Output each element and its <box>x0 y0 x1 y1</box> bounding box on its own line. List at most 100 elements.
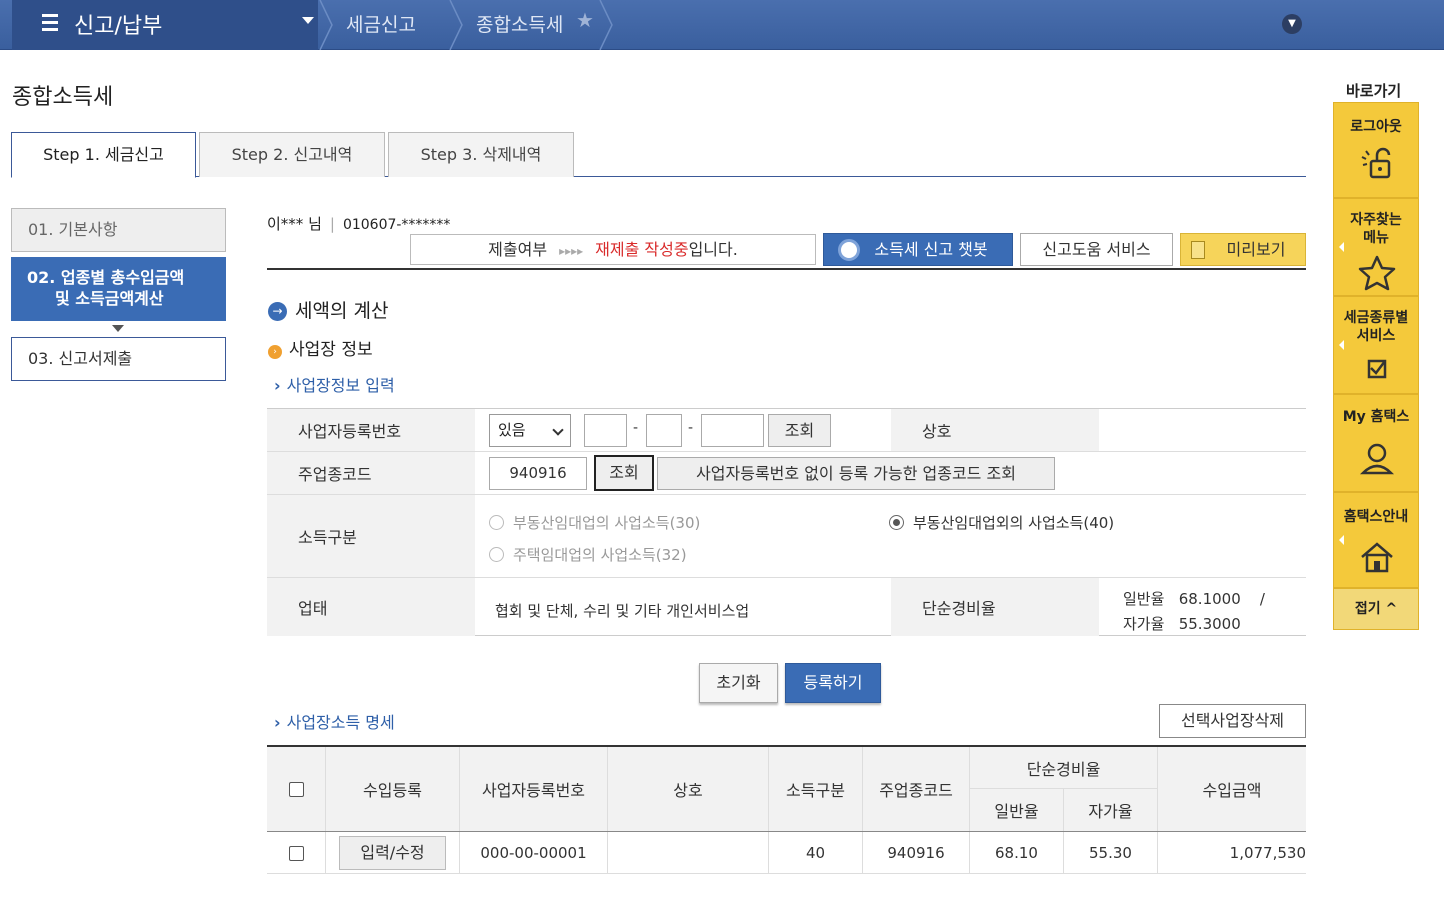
arrow-right-circle-icon: → <box>268 302 287 321</box>
quick-links-title: 바로가기 <box>1346 82 1402 100</box>
quick-tax-line2: 서비스 <box>1356 328 1396 344</box>
delete-selected-button[interactable]: 선택사업장삭제 <box>1159 704 1306 738</box>
expand-left-icon <box>1339 535 1344 546</box>
row-biz-no: 000-00-00001 <box>460 832 608 874</box>
biz-no-select-value: 있음 <box>498 421 526 439</box>
form-row-bizno: 사업자등록번호 있음 - - 조회 상호 <box>267 409 1306 452</box>
radio-circle-icon <box>489 515 504 530</box>
th-industry-code: 주업종코드 <box>863 747 970 831</box>
radio-rental-income[interactable]: 부동산임대업의 사업소득(30) <box>489 512 700 533</box>
biz-no-label: 사업자등록번호 <box>267 409 475 451</box>
th-income-type: 소득구분 <box>769 747 863 831</box>
row-general-rate: 68.10 <box>970 832 1064 874</box>
register-button[interactable]: 등록하기 <box>785 663 881 703</box>
chatbot-label: 소득세 신고 챗봇 <box>874 240 988 259</box>
status-label: 제출여부 <box>488 240 548 259</box>
row-edit-cell: 입력/수정 <box>326 832 460 874</box>
breadcrumb-separator-icon <box>449 0 463 50</box>
biz-no-select[interactable]: 있음 <box>489 414 571 447</box>
general-rate: 일반율 68.1000 / <box>1123 588 1265 609</box>
business-type-value: 협회 및 단체, 수리 및 기타 개인서비스업 <box>495 602 750 620</box>
user-name: 이*** 님 <box>267 215 322 233</box>
submission-status: 제출여부 ▸▸▸▸ 재제출 작성중입니다. <box>410 234 816 265</box>
form-row-income-type: 소득구분 부동산임대업의 사업소득(30) 부동산임대업외의 사업소득(40) … <box>267 495 1306 578</box>
biz-no-input-2[interactable] <box>646 414 682 447</box>
list-heading: › 사업장소득 명세 <box>274 709 395 733</box>
biz-no-input-1[interactable] <box>584 414 627 447</box>
row-trade-name <box>608 832 769 874</box>
expand-left-icon <box>1339 340 1344 351</box>
general-rate-label: 일반율 <box>1123 590 1165 608</box>
quick-logout[interactable]: 로그아웃 <box>1333 102 1419 198</box>
form-row-business: 업태 협회 및 단체, 수리 및 기타 개인서비스업 단순경비율 일반율 68.… <box>267 578 1306 636</box>
quick-faq-line2: 메뉴 <box>1363 230 1389 246</box>
industry-lookup-button[interactable]: 조회 <box>594 455 654 491</box>
quick-collapse-button[interactable]: 접기 ^ <box>1333 588 1419 630</box>
preview-label: 미리보기 <box>1226 240 1286 259</box>
step-revenue-calc-line1: 02. 업종별 총수입금액 <box>27 268 185 287</box>
quick-faq-line1: 자주찾는 <box>1350 212 1402 228</box>
income-type-label: 소득구분 <box>267 495 475 577</box>
th-register: 수입등록 <box>326 747 460 831</box>
trade-name-label: 상호 <box>891 409 1099 451</box>
tab-step2[interactable]: Step 2. 신고내역 <box>199 132 385 177</box>
quick-my-hometax[interactable]: My 홈택스 <box>1333 394 1419 492</box>
radio-non-rental-income[interactable]: 부동산임대업외의 사업소득(40) <box>889 512 1114 533</box>
step-tabs: Step 1. 세금신고 Step 2. 신고내역 Step 3. 삭제내역 <box>11 132 1306 178</box>
chatbot-button[interactable]: 소득세 신고 챗봇 <box>823 233 1013 266</box>
radio-housing-rental-income[interactable]: 주택임대업의 사업소득(32) <box>489 544 687 565</box>
self-rate-value: 55.3000 <box>1178 615 1241 633</box>
quick-hometax-guide[interactable]: 홈택스안내 <box>1333 492 1419 588</box>
chatbot-logo-icon <box>838 239 860 261</box>
radio-circle-icon <box>489 547 504 562</box>
select-all-checkbox[interactable] <box>288 781 304 797</box>
section-divider <box>267 268 1306 270</box>
chevron-down-icon <box>552 424 564 436</box>
radio-housing-rental-income-label: 주택임대업의 사업소득(32) <box>513 546 687 564</box>
reset-button[interactable]: 초기화 <box>699 663 778 703</box>
tab-step3[interactable]: Step 3. 삭제내역 <box>388 132 574 177</box>
industry-code-input[interactable]: 940916 <box>489 457 587 490</box>
breadcrumb-separator-icon <box>599 0 613 50</box>
input-heading: › 사업장정보 입력 <box>274 372 395 396</box>
breadcrumb-tax-report[interactable]: 세금신고 <box>346 10 416 37</box>
arrow-right-circle-icon: › <box>268 345 282 359</box>
self-rate-label: 자가율 <box>1123 615 1165 633</box>
star-icon <box>1358 255 1396 291</box>
step-revenue-calc-line2: 및 소득금액계산 <box>55 289 164 308</box>
tab-step1[interactable]: Step 1. 세금신고 <box>11 132 196 178</box>
table-header-checkbox-cell <box>267 747 326 831</box>
quick-faq-menu[interactable]: 자주찾는 메뉴 <box>1333 198 1419 296</box>
quick-tax-line1: 세금종류별 <box>1343 310 1409 326</box>
help-service-button[interactable]: 신고도움 서비스 <box>1020 233 1173 266</box>
dash: - <box>688 420 694 436</box>
row-industry-code: 940916 <box>863 832 970 874</box>
main-menu-button[interactable]: 신고/납부 <box>12 0 318 50</box>
checkbox-icon <box>1367 359 1387 379</box>
chevron-right-icon: › <box>274 713 281 732</box>
caret-down-icon <box>302 17 314 24</box>
step-revenue-calc[interactable]: 02. 업종별 총수입금액 및 소득금액계산 <box>11 257 226 321</box>
input-heading-text: 사업장정보 입력 <box>286 376 395 395</box>
th-expense-rate: 단순경비율 <box>970 747 1158 789</box>
quick-tax-services[interactable]: 세금종류별 서비스 <box>1333 296 1419 394</box>
general-rate-value: 68.1000 <box>1178 590 1241 608</box>
breadcrumb-income-tax[interactable]: 종합소득세 <box>476 10 563 37</box>
biz-no-input-3[interactable] <box>701 414 764 447</box>
expand-menu-icon[interactable]: ▼ <box>1282 14 1302 34</box>
industry-lookup-nobiz-button[interactable]: 사업자등록번호 없이 등록 가능한 업종코드 조회 <box>657 457 1055 490</box>
expense-rate-label: 단순경비율 <box>891 578 1099 636</box>
menu-title: 신고/납부 <box>74 14 163 39</box>
rate-separator: / <box>1259 590 1265 608</box>
quick-logout-label: 로그아웃 <box>1350 119 1402 135</box>
step-basic-info[interactable]: 01. 기본사항 <box>11 208 226 252</box>
biz-no-lookup-button[interactable]: 조회 <box>768 414 831 447</box>
edit-revenue-button[interactable]: 입력/수정 <box>339 836 446 870</box>
preview-button[interactable]: 미리보기 <box>1180 233 1306 266</box>
step-submit[interactable]: 03. 신고서제출 <box>11 337 226 381</box>
th-revenue: 수입금액 <box>1158 747 1306 831</box>
list-heading-text: 사업장소득 명세 <box>286 713 395 732</box>
favorite-star-icon[interactable]: ★ <box>576 8 594 32</box>
form-row-industry: 주업종코드 940916 조회 사업자등록번호 없이 등록 가능한 업종코드 조… <box>267 452 1306 495</box>
row-checkbox[interactable] <box>288 845 304 861</box>
